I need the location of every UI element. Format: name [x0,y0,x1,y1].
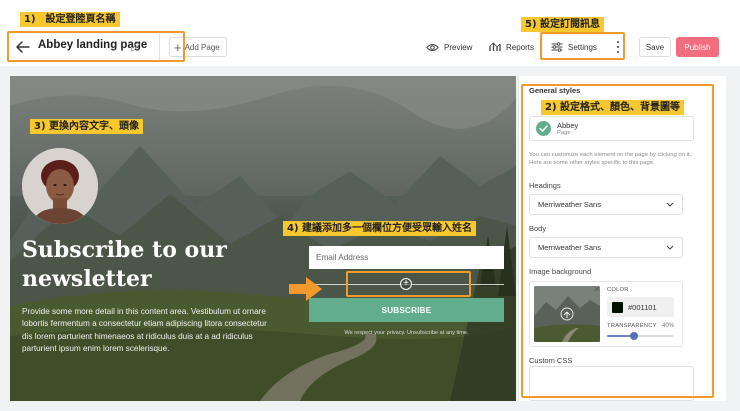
eye-icon [426,43,439,51]
arrow-right-icon [289,277,322,301]
annotation-1: 1) 設定登陸頁名稱 [20,12,120,27]
annotation-5: 5) 設定訂閱訊息 [521,17,605,32]
highlight-settings [540,32,625,60]
avatar[interactable] [22,148,98,224]
hero-title[interactable]: Subscribe to our newsletter [22,236,262,294]
add-page-label: Add Page [184,42,220,52]
highlight-add-field [346,271,471,297]
save-button[interactable]: Save [639,37,671,57]
reports-icon [489,42,501,51]
portrait-photo [22,148,98,224]
hero-body-text[interactable]: Provide some more detail in this content… [22,306,267,355]
subscribe-button[interactable]: SUBSCRIBE [309,298,504,322]
annotation-4: 4) 建議添加多一個欄位方便受眾輸入姓名 [283,221,477,236]
highlight-page-name [7,31,185,62]
privacy-note: We respect your privacy. Unsubscribe at … [344,330,469,336]
preview-label: Preview [444,42,473,52]
highlight-styles-panel [521,84,714,398]
reports-button[interactable]: Reports [489,39,534,55]
email-input[interactable]: Email Address [309,246,504,269]
publish-button[interactable]: Publish [676,37,719,57]
annotation-3: 3) 更換內容文字、頭像 [30,119,144,134]
annotation-2: 2) 設定格式、顏色、背景圖等 [541,100,685,115]
preview-button[interactable]: Preview [426,39,472,55]
reports-label: Reports [506,42,535,52]
